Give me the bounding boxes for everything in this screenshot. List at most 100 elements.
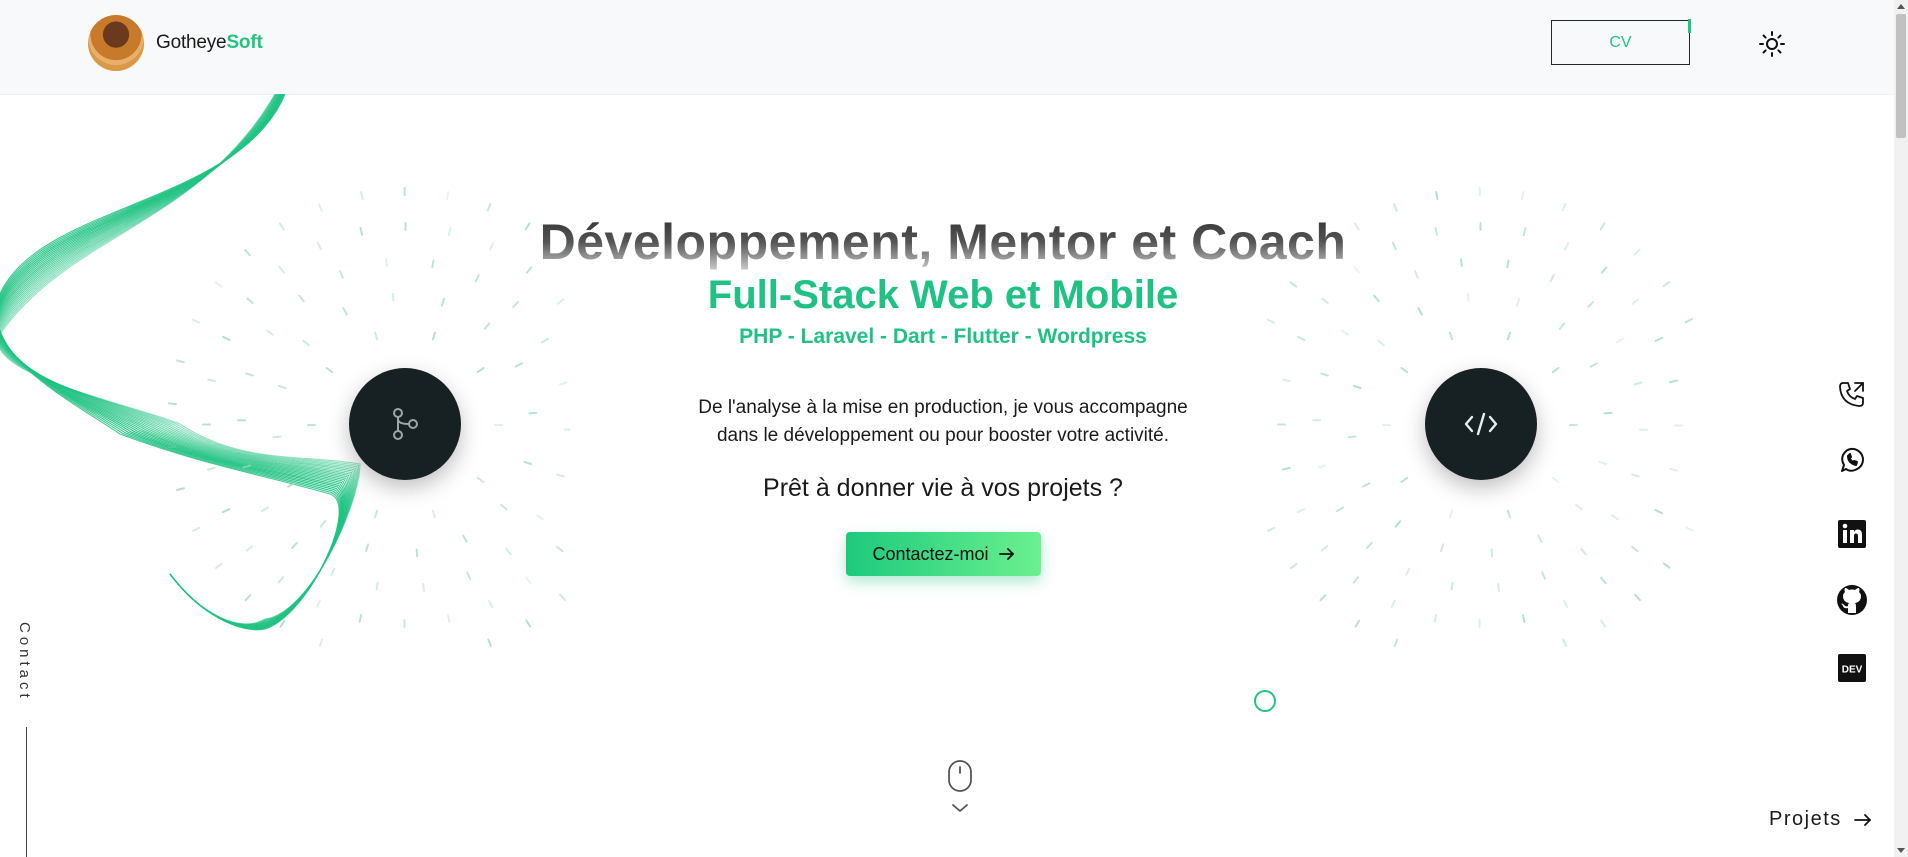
ring-dash: [557, 547, 562, 551]
mouse-icon: [948, 760, 972, 822]
sun-icon: [1758, 30, 1786, 58]
projects-label: Projets: [1769, 808, 1842, 831]
ring-dash: [1576, 505, 1581, 510]
git-branch-icon: [390, 407, 420, 441]
projects-link[interactable]: Projets: [1769, 808, 1872, 831]
brand-text: GotheyeSoft: [156, 32, 263, 54]
scroll-down-indicator[interactable]: [948, 760, 972, 822]
ring-dash: [1356, 621, 1360, 627]
hero-description-line: dans le développement ou pour booster vo…: [0, 422, 1886, 450]
ring-dash: [1553, 368, 1559, 372]
ring-dash: [524, 462, 531, 464]
ring-dash: [1542, 572, 1545, 578]
ring-dash: [1395, 640, 1398, 647]
ring-dash: [216, 564, 222, 568]
ring-dash: [1508, 511, 1510, 518]
dev-icon: DEV: [1837, 653, 1867, 683]
ring-dash: [1686, 319, 1692, 322]
contact-me-button[interactable]: Contactez-moi: [846, 532, 1041, 576]
ring-dash: [360, 615, 362, 622]
dev-link[interactable]: DEV: [1832, 648, 1872, 688]
hero-description: De l'analyse à la mise en production, je…: [0, 394, 1886, 450]
ring-dash: [1283, 380, 1290, 382]
git-branch-circle-button[interactable]: [349, 368, 461, 480]
page-scrollbar[interactable]: [1894, 0, 1908, 857]
linkedin-icon: [1837, 519, 1867, 549]
scroll-down-arrow[interactable]: [1897, 848, 1905, 853]
ring-dash: [1635, 383, 1642, 385]
code-circle-button[interactable]: [1425, 368, 1537, 480]
whatsapp-link[interactable]: [1832, 440, 1872, 480]
ring-dash: [1522, 192, 1523, 199]
phone-icon: [1837, 379, 1867, 409]
ring-dash: [320, 640, 323, 647]
ring-dash: [1436, 192, 1437, 199]
ring-dash: [1354, 386, 1361, 388]
contact-side-link[interactable]: Contact: [16, 622, 33, 702]
scroll-up-arrow[interactable]: [1897, 4, 1905, 9]
ring-dash: [1492, 550, 1493, 557]
ring-dash: [1601, 578, 1605, 584]
linkedin-link[interactable]: [1832, 514, 1872, 554]
scroll-thumb[interactable]: [1896, 14, 1906, 138]
ring-dash: [279, 386, 286, 388]
ring-dash: [1612, 515, 1618, 519]
ring-dash: [1632, 547, 1637, 551]
avatar: [88, 15, 144, 71]
ring-dash: [423, 584, 424, 591]
ring-dash: [292, 543, 297, 548]
github-icon: [1836, 584, 1868, 616]
theme-toggle-button[interactable]: [1758, 30, 1786, 58]
ring-dash: [1538, 536, 1541, 542]
ring-dash: [1563, 639, 1566, 646]
brand[interactable]: GotheyeSoft: [88, 15, 263, 71]
ring-dash: [1268, 320, 1274, 323]
contact-me-label: Contactez-moi: [872, 544, 988, 565]
github-link[interactable]: [1832, 580, 1872, 620]
arrow-right-icon: [999, 547, 1015, 561]
ring-dash: [1450, 511, 1452, 518]
ring-dash: [478, 368, 484, 372]
ring-dash: [1319, 466, 1326, 468]
site-header: GotheyeSoft CV: [0, 0, 1894, 95]
ring-dash: [327, 368, 333, 372]
ring-dash: [1581, 549, 1585, 554]
ring-dash: [1591, 363, 1597, 366]
hero-question: Prêt à donner vie à vos projets ?: [0, 474, 1886, 503]
ring-dash: [377, 583, 378, 590]
ring-dash: [321, 521, 326, 526]
ring-dash: [1601, 620, 1605, 626]
ring-dash: [488, 204, 491, 211]
decorative-ring: [1254, 690, 1276, 712]
ring-dash: [1686, 527, 1692, 530]
hero-title: Développement, Mentor et Coach: [0, 213, 1886, 271]
ring-dash: [1670, 381, 1677, 383]
ring-dash: [501, 505, 506, 510]
ring-dash: [1396, 521, 1401, 526]
ring-dash: [1337, 508, 1343, 512]
ring-dash: [193, 528, 199, 531]
hero-subtitle: Full-Stack Web et Mobile: [0, 273, 1886, 318]
ring-dash: [560, 595, 565, 600]
ring-dash: [208, 468, 215, 470]
ring-dash: [1321, 373, 1328, 375]
ring-dash: [1394, 204, 1397, 211]
ring-dash: [1392, 601, 1395, 607]
ring-dash: [375, 511, 377, 518]
ring-dash: [1402, 368, 1408, 372]
ring-dash: [1321, 595, 1326, 600]
contact-side-line: [26, 727, 27, 857]
ring-dash: [1322, 546, 1328, 550]
cv-button[interactable]: CV: [1551, 20, 1690, 65]
ring-dash: [1283, 468, 1290, 470]
ring-dash: [193, 320, 199, 323]
hero-tech-stack: PHP - Laravel - Dart - Flutter - Wordpre…: [0, 325, 1886, 349]
ring-dash: [1268, 528, 1274, 531]
ring-dash: [433, 511, 435, 518]
ring-dash: [489, 601, 492, 607]
ring-dash: [560, 383, 567, 385]
phone-link[interactable]: [1832, 374, 1872, 414]
ring-dash: [246, 595, 251, 600]
ring-dash: [281, 621, 285, 627]
brand-accent: Soft: [226, 32, 262, 53]
